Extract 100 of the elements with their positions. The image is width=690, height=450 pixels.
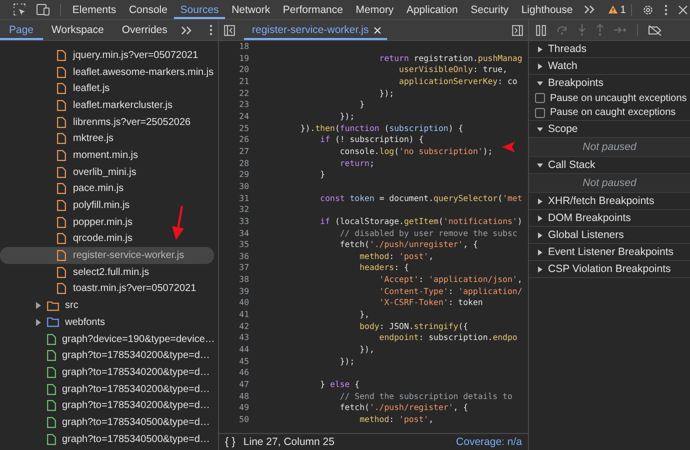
section-title: DOM Breakpoints (548, 212, 631, 224)
file-item[interactable]: librenms.js?ver=25052026 (0, 114, 214, 130)
file-icon (47, 400, 56, 412)
code-line: } (358, 99, 365, 111)
device-icon[interactable] (36, 3, 50, 16)
file-item[interactable]: graph?to=1785340200&type=d… (0, 397, 214, 414)
expand-arrow-icon[interactable] (537, 80, 543, 86)
expand-arrow-icon[interactable] (537, 46, 543, 52)
file-item[interactable]: qrcode.min.js (0, 230, 214, 248)
checkbox[interactable] (535, 93, 545, 104)
line-number: 30 (238, 180, 249, 193)
section-header[interactable]: Event Listener Breakpoints (529, 244, 690, 260)
section-header[interactable]: Call Stack (529, 157, 690, 173)
section-header[interactable]: CSP Violation Breakpoints (529, 261, 690, 277)
panel-tab[interactable]: Console (122, 0, 174, 19)
expand-arrow-icon[interactable] (35, 318, 41, 326)
file-item[interactable]: mktree.js (0, 130, 214, 148)
file-item[interactable]: jquery.min.js?ver=05072021 (0, 47, 214, 64)
section-header[interactable]: Breakpoints (529, 75, 690, 91)
panel-tab[interactable]: Performance (276, 0, 350, 19)
expand-arrow-icon[interactable] (537, 162, 543, 168)
code-line: userVisibleOnly: true, (398, 64, 508, 76)
section-header[interactable]: Threads (529, 41, 690, 57)
deactivate-breakpoints-icon[interactable] (648, 24, 662, 36)
checkbox-option[interactable]: Pause on uncaught exceptions (529, 91, 690, 106)
coverage-link[interactable]: Coverage: n/a (456, 436, 522, 448)
line-number: 20 (238, 64, 249, 76)
pretty-print-button[interactable]: { } (225, 436, 236, 448)
file-item[interactable]: pace.min.js (0, 180, 214, 198)
expand-arrow-icon[interactable] (537, 126, 543, 132)
checkbox-option[interactable]: Pause on caught exceptions (529, 106, 690, 120)
expand-arrow-icon[interactable] (537, 62, 543, 70)
file-icon (57, 283, 66, 294)
panel-tab[interactable]: Sources (174, 0, 226, 19)
file-item[interactable]: popper.min.js (0, 214, 214, 231)
section-header[interactable]: Watch (529, 58, 690, 74)
folder-item[interactable]: src (0, 297, 214, 314)
file-item[interactable]: select2.full.min.js (0, 264, 214, 281)
folder-item[interactable]: webfonts (0, 314, 214, 331)
navigator-tab[interactable]: Page (0, 20, 43, 40)
chevrons-icon[interactable] (584, 5, 596, 14)
section-title: Scope (548, 123, 578, 135)
pause-icon[interactable] (536, 24, 546, 36)
panel-tab[interactable]: Security (464, 0, 515, 19)
file-item[interactable]: register-service-worker.js (0, 247, 214, 264)
panel-tab[interactable]: Memory (349, 0, 400, 19)
expand-arrow-icon[interactable] (537, 232, 543, 238)
file-icon (57, 233, 66, 244)
file-item[interactable]: graph?to=1785340200&type=d… (0, 347, 214, 364)
expand-arrow-icon[interactable] (537, 266, 543, 272)
file-item[interactable]: graph?to=1785340200&type=d… (0, 364, 214, 381)
line-number: 21 (238, 76, 249, 88)
checkbox[interactable] (535, 108, 545, 118)
section-header[interactable]: DOM Breakpoints (529, 210, 690, 226)
line-number: 28 (238, 158, 249, 170)
expand-arrow-icon[interactable] (537, 214, 543, 222)
code-line: }), (358, 344, 374, 356)
inspect-icon[interactable] (13, 3, 26, 16)
file-item[interactable]: polyfill.min.js (0, 197, 214, 214)
line-number: 29 (238, 169, 249, 181)
code-line: }); (338, 110, 355, 123)
file-icon (57, 183, 66, 194)
more-icon[interactable] (209, 24, 213, 36)
sidebar-toggle-icon[interactable] (224, 24, 235, 36)
file-item[interactable]: overlib_mini.js (0, 164, 214, 180)
settings-icon[interactable] (642, 4, 654, 16)
sidebar-toggle-icon[interactable] (512, 24, 523, 36)
navigator-tab[interactable]: Overrides (112, 20, 176, 40)
close-icon[interactable] (678, 4, 688, 14)
file-item[interactable]: moment.min.js (0, 147, 214, 164)
warning-counter[interactable]: 1 (608, 4, 626, 16)
section-header[interactable]: Scope (529, 121, 690, 137)
more-icon[interactable] (664, 4, 668, 16)
line-number: 37 (238, 262, 249, 274)
code-line: method: 'post', (358, 414, 434, 426)
panel-tab[interactable]: Lighthouse (514, 0, 580, 19)
expand-arrow-icon[interactable] (537, 248, 543, 256)
section-header[interactable]: XHR/fetch Breakpoints (529, 193, 690, 209)
panel-tab[interactable]: Application (400, 0, 464, 19)
line-number: 33 (238, 216, 249, 228)
file-item[interactable]: leaflet.awesome-markers.min.js (0, 64, 214, 80)
panel-tab[interactable]: Elements (66, 0, 123, 19)
file-item[interactable]: graph?to=1785340500&type=d… (0, 414, 214, 431)
file-item[interactable]: leaflet.js (0, 80, 214, 98)
line-number: 49 (238, 402, 249, 414)
panel-tab[interactable]: Network (225, 0, 276, 19)
file-item[interactable]: leaflet.markercluster.js (0, 97, 214, 114)
file-item[interactable]: toastr.min.js?ver=05072021 (0, 280, 214, 298)
file-item[interactable]: graph?to=1785340200&type=d… (0, 380, 214, 398)
expand-arrow-icon[interactable] (537, 198, 543, 204)
close-icon[interactable] (374, 26, 381, 34)
expand-arrow-icon[interactable] (35, 302, 41, 310)
chevrons-icon[interactable] (181, 26, 192, 34)
file-item[interactable]: graph?device=190&type=device… (0, 330, 214, 348)
section-title: Breakpoints (548, 77, 604, 89)
code-line: // Send the subscription details to (338, 390, 512, 402)
option-label: Pause on caught exceptions (550, 107, 676, 118)
file-item[interactable]: graph?to=1785340500&type=d… (0, 430, 214, 448)
section-header[interactable]: Global Listeners (529, 227, 690, 243)
navigator-tab[interactable]: Workspace (42, 20, 113, 40)
